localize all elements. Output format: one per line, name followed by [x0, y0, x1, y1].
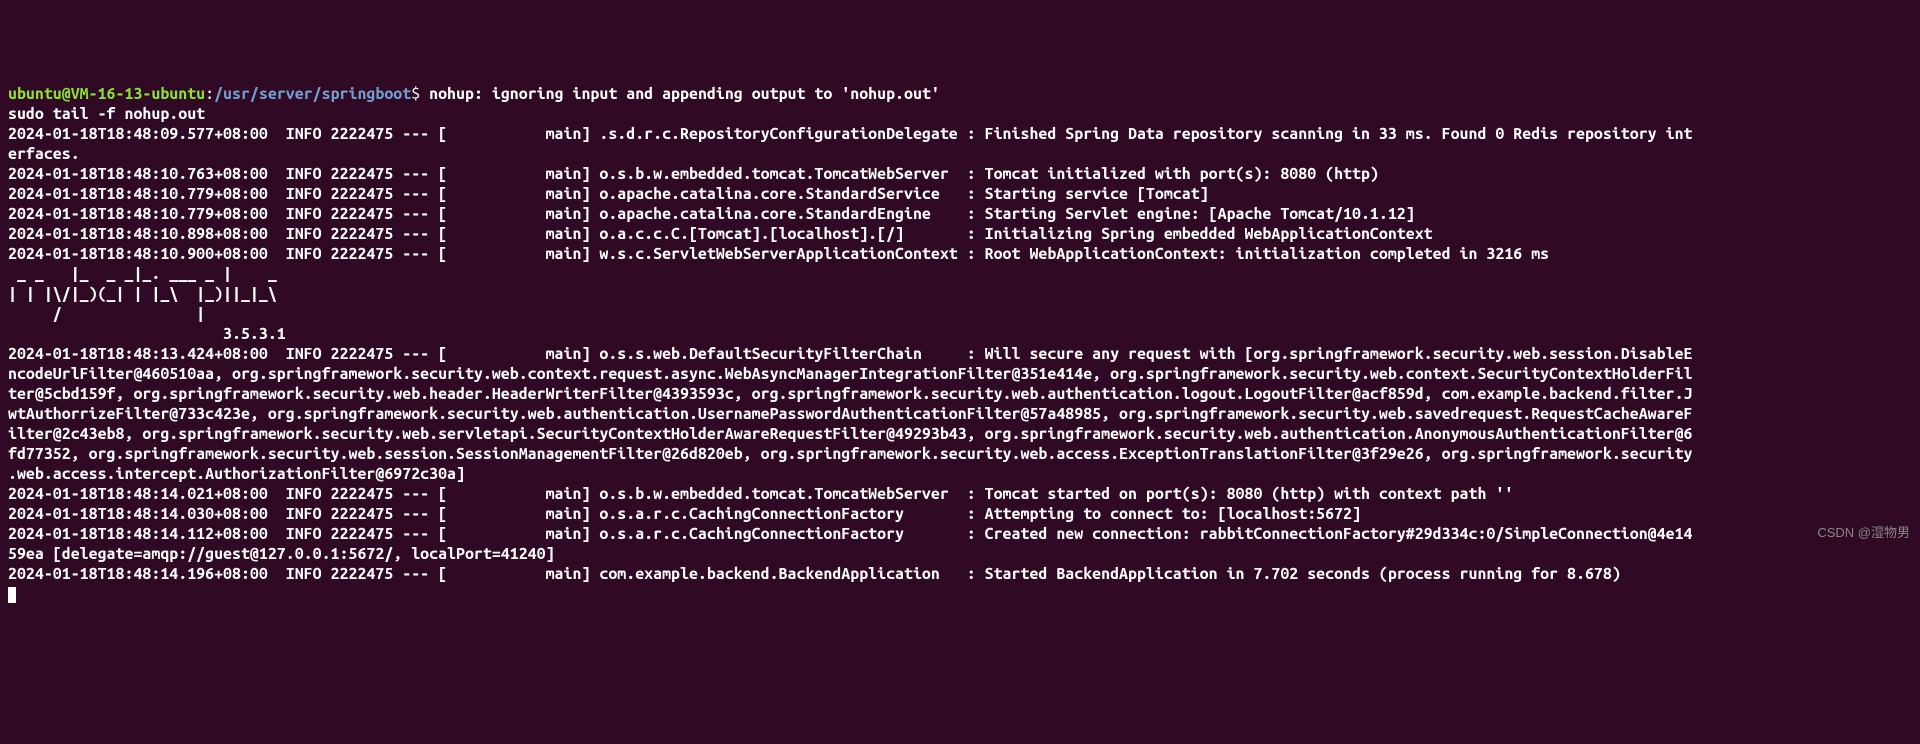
- log-line: fd77352, org.springframework.security.we…: [8, 445, 1692, 463]
- banner-version: 3.5.3.1: [8, 325, 295, 343]
- log-line: sudo tail -f nohup.out: [8, 105, 205, 123]
- log-line: 2024-01-18T18:48:10.763+08:00 INFO 22224…: [8, 165, 1379, 183]
- log-line: 2024-01-18T18:48:10.898+08:00 INFO 22224…: [8, 225, 1433, 243]
- terminal-cursor: [8, 587, 16, 603]
- prompt-colon: :: [205, 85, 214, 103]
- log-line: .web.access.intercept.AuthorizationFilte…: [8, 465, 465, 483]
- log-line: 2024-01-18T18:48:14.112+08:00 INFO 22224…: [8, 525, 1692, 543]
- log-line: wtAuthorrizeFilter@733c423e, org.springf…: [8, 405, 1692, 423]
- log-line: 2024-01-18T18:48:09.577+08:00 INFO 22224…: [8, 125, 1692, 143]
- prompt-path: /usr/server/springboot: [214, 85, 411, 103]
- nohup-message: nohup: ignoring input and appending outp…: [429, 85, 940, 103]
- log-line: 2024-01-18T18:48:14.030+08:00 INFO 22224…: [8, 505, 1361, 523]
- log-line: ter@5cbd159f, org.springframework.securi…: [8, 385, 1692, 403]
- log-line: 2024-01-18T18:48:14.196+08:00 INFO 22224…: [8, 565, 1621, 583]
- banner-line: _ _ |_ _ _|_. ___ _ | _: [8, 265, 286, 283]
- log-line: 2024-01-18T18:48:10.779+08:00 INFO 22224…: [8, 185, 1209, 203]
- log-line: 2024-01-18T18:48:14.021+08:00 INFO 22224…: [8, 485, 1513, 503]
- prompt-user: ubuntu@VM-16-13-ubuntu: [8, 85, 205, 103]
- log-line: 2024-01-18T18:48:13.424+08:00 INFO 22224…: [8, 345, 1692, 363]
- log-line: 59ea [delegate=amqp://guest@127.0.0.1:56…: [8, 545, 555, 563]
- log-line: 2024-01-18T18:48:10.779+08:00 INFO 22224…: [8, 205, 1415, 223]
- prompt-dollar: $: [411, 85, 429, 103]
- log-line: 2024-01-18T18:48:10.900+08:00 INFO 22224…: [8, 245, 1549, 263]
- banner-line: / |: [8, 305, 286, 323]
- log-line: erfaces.: [8, 145, 80, 163]
- terminal-output[interactable]: ubuntu@VM-16-13-ubuntu:/usr/server/sprin…: [8, 84, 1912, 604]
- log-line: ilter@2c43eb8, org.springframework.secur…: [8, 425, 1692, 443]
- log-line: ncodeUrlFilter@460510aa, org.springframe…: [8, 365, 1692, 383]
- watermark: CSDN @湿物男: [1817, 525, 1910, 541]
- banner-line: | | |\/|_)(_| | |_\ |_)||_|_\: [8, 285, 286, 303]
